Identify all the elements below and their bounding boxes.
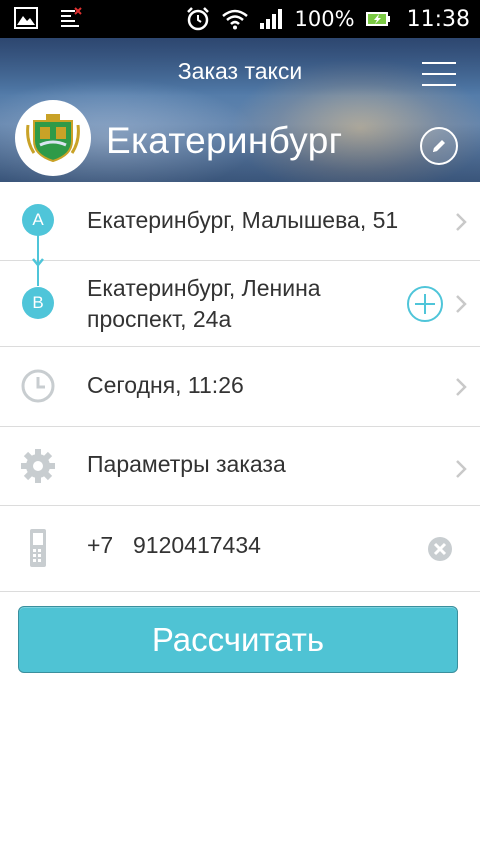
phone-row: +7 9120417434	[0, 506, 480, 592]
route-to-line2: проспект, 24а	[87, 306, 232, 332]
add-stop-icon[interactable]	[406, 285, 444, 323]
order-params-row[interactable]: Параметры заказа	[0, 427, 480, 506]
mobile-phone-icon	[30, 529, 46, 567]
header: Заказ такси Екатеринбург	[0, 38, 480, 182]
chevron-right-icon	[456, 460, 467, 478]
status-bar: 100% 11:38	[0, 0, 480, 38]
phone-prefix: +7	[87, 532, 114, 558]
time-row[interactable]: Сегодня, 11:26	[0, 347, 480, 427]
arrow-down-icon	[32, 258, 44, 267]
route-from-address: Екатеринбург, Малышева, 51	[87, 207, 399, 233]
phone-input[interactable]: 9120417434	[133, 530, 261, 561]
edit-icon[interactable]	[420, 127, 458, 165]
clock-time: 11:38	[406, 6, 470, 32]
battery-percent: 100%	[294, 7, 355, 31]
route-to-address: Екатеринбург, Ленина проспект, 24а	[87, 273, 321, 335]
no-signal-icon	[61, 7, 82, 27]
order-params-label: Параметры заказа	[87, 451, 286, 477]
marker-a: A	[22, 204, 54, 236]
marker-b: B	[22, 287, 54, 319]
route-from-row[interactable]: A Екатеринбург, Малышева, 51	[0, 182, 480, 261]
alarm-clock-icon	[186, 7, 209, 31]
route-to-row[interactable]: B Екатеринбург, Ленина проспект, 24а	[0, 258, 480, 347]
chevron-right-icon	[456, 378, 467, 396]
gear-icon	[21, 449, 55, 483]
city-emblem	[15, 100, 91, 176]
route-to-line1: Екатеринбург, Ленина	[87, 275, 321, 301]
clear-icon[interactable]	[427, 536, 453, 562]
clock-icon	[21, 369, 55, 403]
menu-icon[interactable]	[422, 60, 456, 88]
screen-title: Заказ такси	[177, 58, 303, 84]
calculate-button[interactable]: Рассчитать	[18, 606, 458, 673]
chevron-right-icon	[456, 295, 467, 313]
chevron-right-icon	[456, 213, 467, 231]
city-name[interactable]: Екатеринбург	[106, 120, 342, 162]
cell-signal-icon	[259, 9, 282, 29]
battery-charging-icon	[365, 12, 390, 26]
wifi-icon	[221, 9, 248, 30]
order-time: Сегодня, 11:26	[87, 372, 244, 398]
gallery-icon	[14, 7, 38, 29]
